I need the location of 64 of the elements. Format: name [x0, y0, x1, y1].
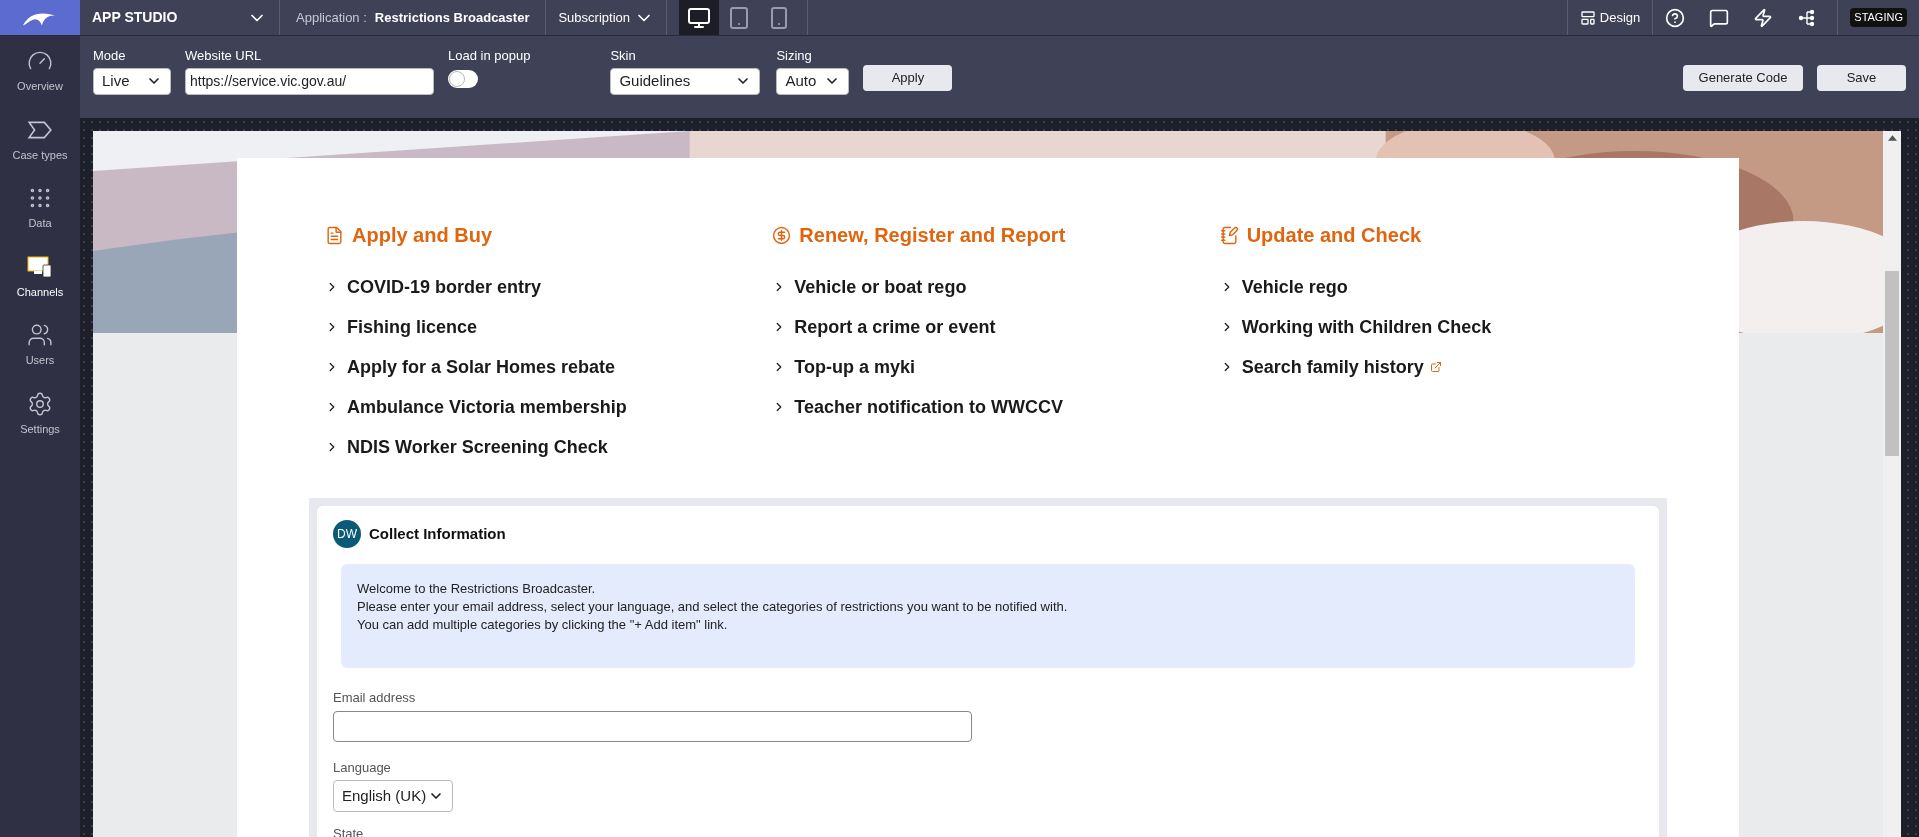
note-text: Welcome to the Restrictions Broadcaster. [357, 580, 597, 598]
scrollbar-thumb[interactable] [1885, 271, 1899, 456]
service-link[interactable]: Vehicle rego [1241, 274, 1348, 300]
email-field[interactable] [333, 710, 972, 742]
tablet-icon [727, 5, 751, 30]
notepad-icon [1219, 225, 1239, 245]
desktop-icon [687, 5, 711, 30]
generate-code-button[interactable]: Generate Code [1683, 65, 1803, 91]
section-heading: Apply and Buy [352, 223, 492, 248]
sidebar-item[interactable]: Data [27, 185, 53, 232]
service-link[interactable]: Working with Children Check [1241, 314, 1492, 340]
service-link[interactable]: Ambulance Victoria membership [347, 394, 627, 420]
application-label: Application : [296, 8, 367, 27]
external-link-icon [1429, 361, 1442, 373]
service-link[interactable]: NDIS Worker Screening Check [347, 434, 608, 460]
scroll-up-icon[interactable] [1887, 135, 1897, 141]
scrollbar[interactable] [1883, 131, 1901, 837]
service-link[interactable]: Teacher notification to WWCCV [794, 394, 1063, 420]
sizing-select[interactable]: Auto [776, 67, 850, 95]
email-label: Email address [333, 689, 417, 707]
sidebar-item[interactable]: Users [25, 322, 55, 369]
service-link[interactable]: Search family history [1241, 354, 1442, 380]
service-link[interactable]: Top-up a myki [794, 354, 915, 380]
url-field[interactable]: https://service.vic.gov.au/ [185, 67, 434, 95]
service-link[interactable]: COVID-19 border entry [347, 274, 542, 300]
users-icon [27, 322, 53, 348]
mode-label: Mode [93, 47, 127, 65]
dollar-icon [772, 225, 792, 245]
popup-label: Load in popup [448, 47, 531, 65]
language-select[interactable]: English (UK) [333, 780, 453, 812]
skin-label: Skin [610, 47, 637, 65]
design-button[interactable]: Design [1566, 0, 1654, 35]
layout-icon [1579, 9, 1596, 26]
url-label: Website URL [185, 47, 263, 65]
desktop-preview-tab[interactable] [679, 0, 719, 35]
sidebar-item[interactable]: Channels [16, 253, 64, 300]
service-link[interactable]: Report a crime or event [794, 314, 996, 340]
document-icon [325, 225, 344, 245]
application-name: Restrictions Broadcaster [374, 8, 530, 27]
section-heading: Renew, Register and Report [799, 223, 1066, 248]
note-text: Please enter your email address, select your language, and select the categories of restrictions you want to be notified with. [357, 598, 1069, 616]
service-link[interactable]: Apply for a Solar Homes rebate [347, 354, 616, 380]
popup-toggle[interactable] [448, 69, 478, 88]
mode-select[interactable]: Live [93, 67, 171, 95]
app-switcher[interactable]: APP STUDIO [80, 0, 280, 35]
logo-icon[interactable] [0, 0, 80, 35]
service-link[interactable]: Fishing licence [347, 314, 478, 340]
sidebar-item[interactable]: Overview [17, 48, 63, 95]
note-text: You can add multiple categories by clicking the "+ Add item" link. [357, 616, 729, 634]
subscription-dropdown[interactable]: Subscription [546, 0, 667, 35]
sidebar-item[interactable]: Settings [20, 390, 60, 437]
language-label: Language [333, 758, 392, 777]
service-link[interactable]: Vehicle or boat rego [794, 274, 967, 300]
apply-button[interactable]: Apply [863, 65, 953, 91]
environment-badge: STAGING [1850, 8, 1907, 27]
avatar: DW [333, 520, 361, 548]
settings-icon [27, 390, 53, 417]
skin-select[interactable]: Guidelines [610, 67, 761, 95]
save-button[interactable]: Save [1817, 65, 1906, 91]
form-title: Collect Information [369, 523, 506, 544]
sidebar-item[interactable]: Case types [12, 116, 68, 163]
sizing-label: Sizing [776, 47, 813, 65]
monitor-icon [27, 253, 53, 280]
section-heading: Update and Check [1246, 223, 1422, 248]
